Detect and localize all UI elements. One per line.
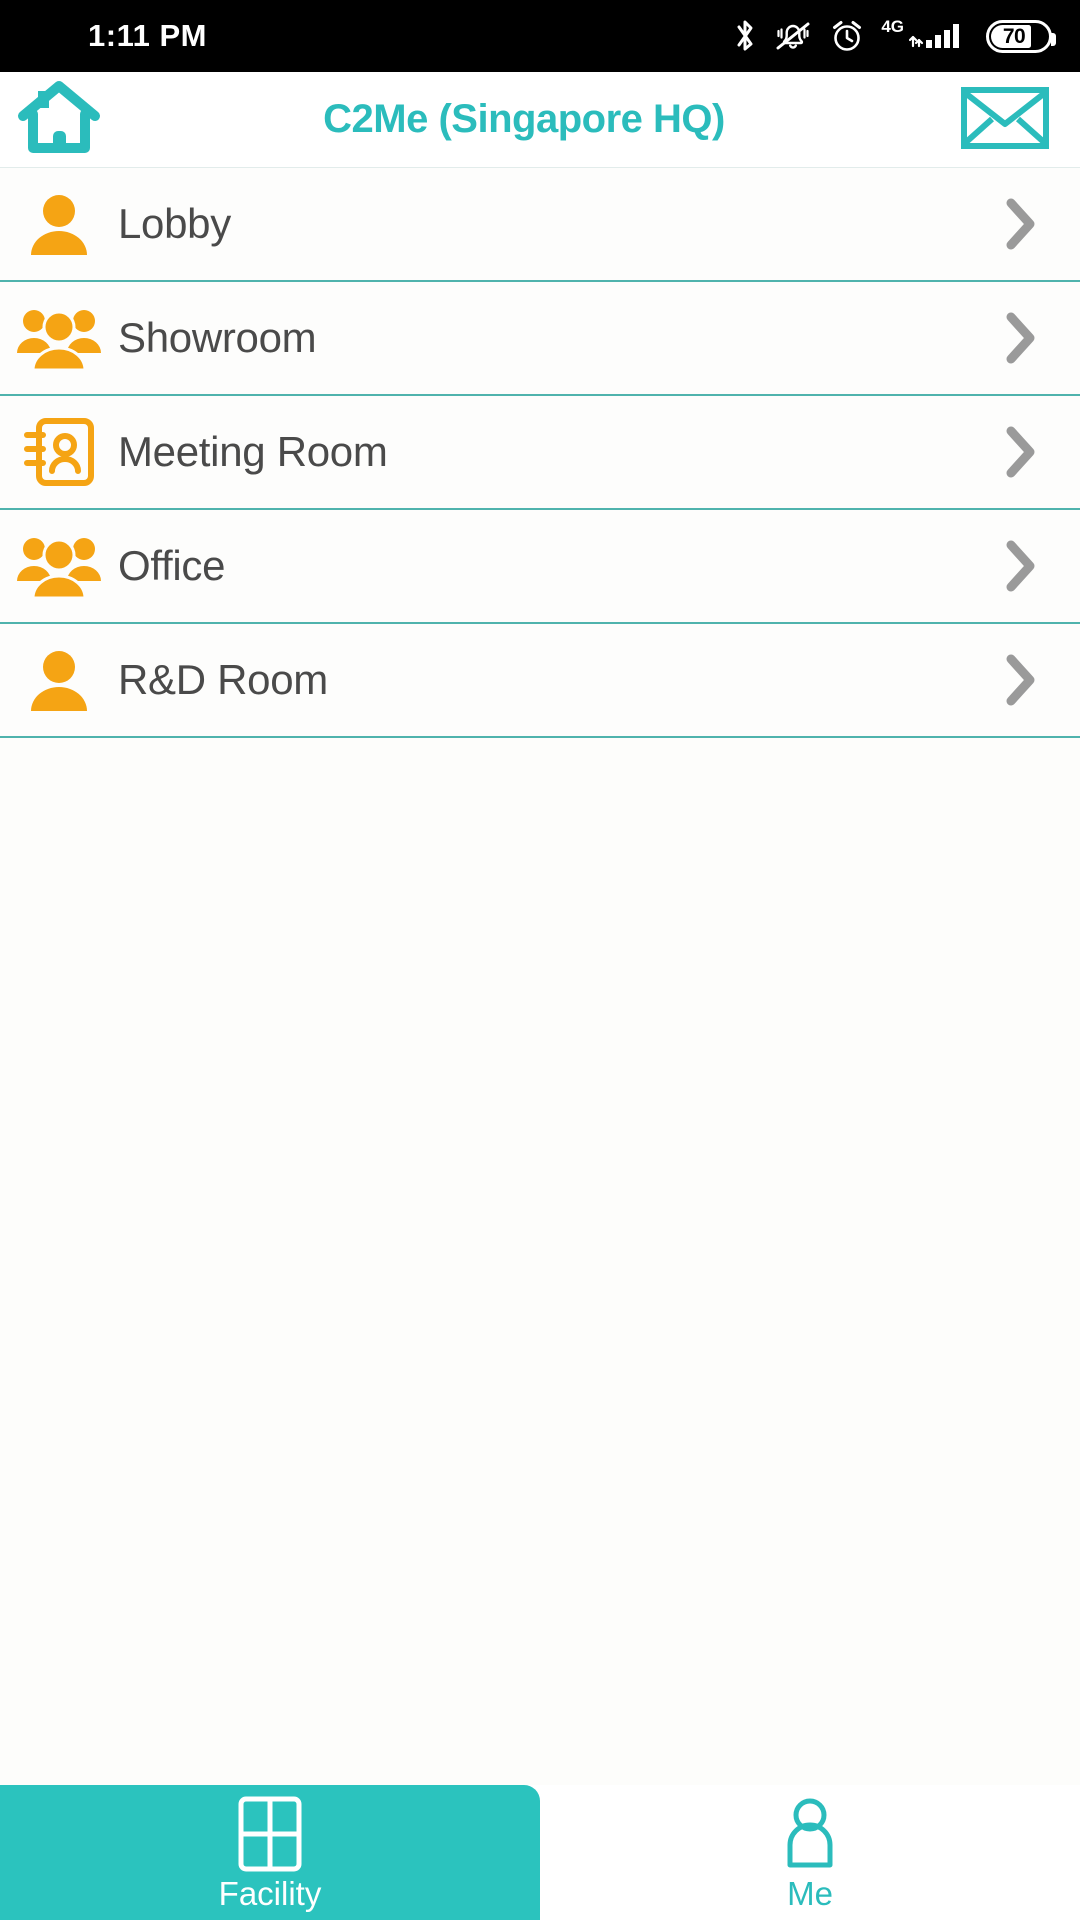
list-item-label: Office xyxy=(118,542,226,589)
chevron-right-icon[interactable] xyxy=(960,197,1080,251)
bottom-navigation: Facility Me xyxy=(0,1785,1080,1920)
list-item-label: Meeting Room xyxy=(118,428,388,475)
status-bar-time: 1:11 PM xyxy=(88,18,207,53)
people-group-icon xyxy=(0,529,118,603)
list-item[interactable]: Lobby xyxy=(0,168,1080,282)
home-button[interactable] xyxy=(0,78,118,161)
people-group-icon xyxy=(0,301,118,375)
envelope-icon xyxy=(959,83,1051,156)
empty-list-area xyxy=(0,941,1080,1779)
bluetooth-icon xyxy=(732,17,758,55)
bell-muted-icon xyxy=(773,17,813,55)
list-item[interactable]: Showroom xyxy=(0,282,1080,396)
tab-facility-label: Facility xyxy=(218,1875,322,1912)
mail-button[interactable] xyxy=(930,83,1080,156)
app-screen: 1:11 PM 4G 70 C2Me (Singapore HQ) Lobby … xyxy=(0,0,1080,1920)
grid-squares-icon xyxy=(235,1795,305,1873)
list-item-label: R&D Room xyxy=(118,656,328,703)
signal-bars-icon xyxy=(909,16,971,56)
tab-facility[interactable]: Facility xyxy=(0,1785,540,1920)
alarm-clock-icon xyxy=(828,17,866,55)
battery-icon: 70 xyxy=(986,19,1056,53)
person-icon xyxy=(0,187,118,261)
list-item-label: Lobby xyxy=(118,200,231,247)
list-item[interactable]: Meeting Room xyxy=(0,396,1080,510)
list-item[interactable]: Office xyxy=(0,510,1080,624)
chevron-right-icon[interactable] xyxy=(960,539,1080,593)
person-icon xyxy=(0,643,118,717)
list-item-label: Showroom xyxy=(118,314,317,361)
network-type-label: 4G xyxy=(881,17,904,36)
page-title: C2Me (Singapore HQ) xyxy=(323,97,725,141)
tab-me-label: Me xyxy=(787,1875,833,1912)
home-icon xyxy=(17,78,101,161)
contact-book-icon xyxy=(0,414,118,490)
chevron-right-icon[interactable] xyxy=(960,425,1080,479)
person-outline-icon xyxy=(781,1795,839,1873)
app-header: C2Me (Singapore HQ) xyxy=(0,72,1080,168)
chevron-right-icon[interactable] xyxy=(960,653,1080,707)
chevron-right-icon[interactable] xyxy=(960,311,1080,365)
facility-list: Lobby Showroom Meeting Room Office R&D R… xyxy=(0,168,1080,738)
status-bar-icons: 4G 70 xyxy=(732,16,1056,56)
list-item[interactable]: R&D Room xyxy=(0,624,1080,738)
tab-me[interactable]: Me xyxy=(540,1785,1080,1920)
status-bar: 1:11 PM 4G 70 xyxy=(0,0,1080,72)
battery-level-label: 70 xyxy=(1002,24,1026,48)
